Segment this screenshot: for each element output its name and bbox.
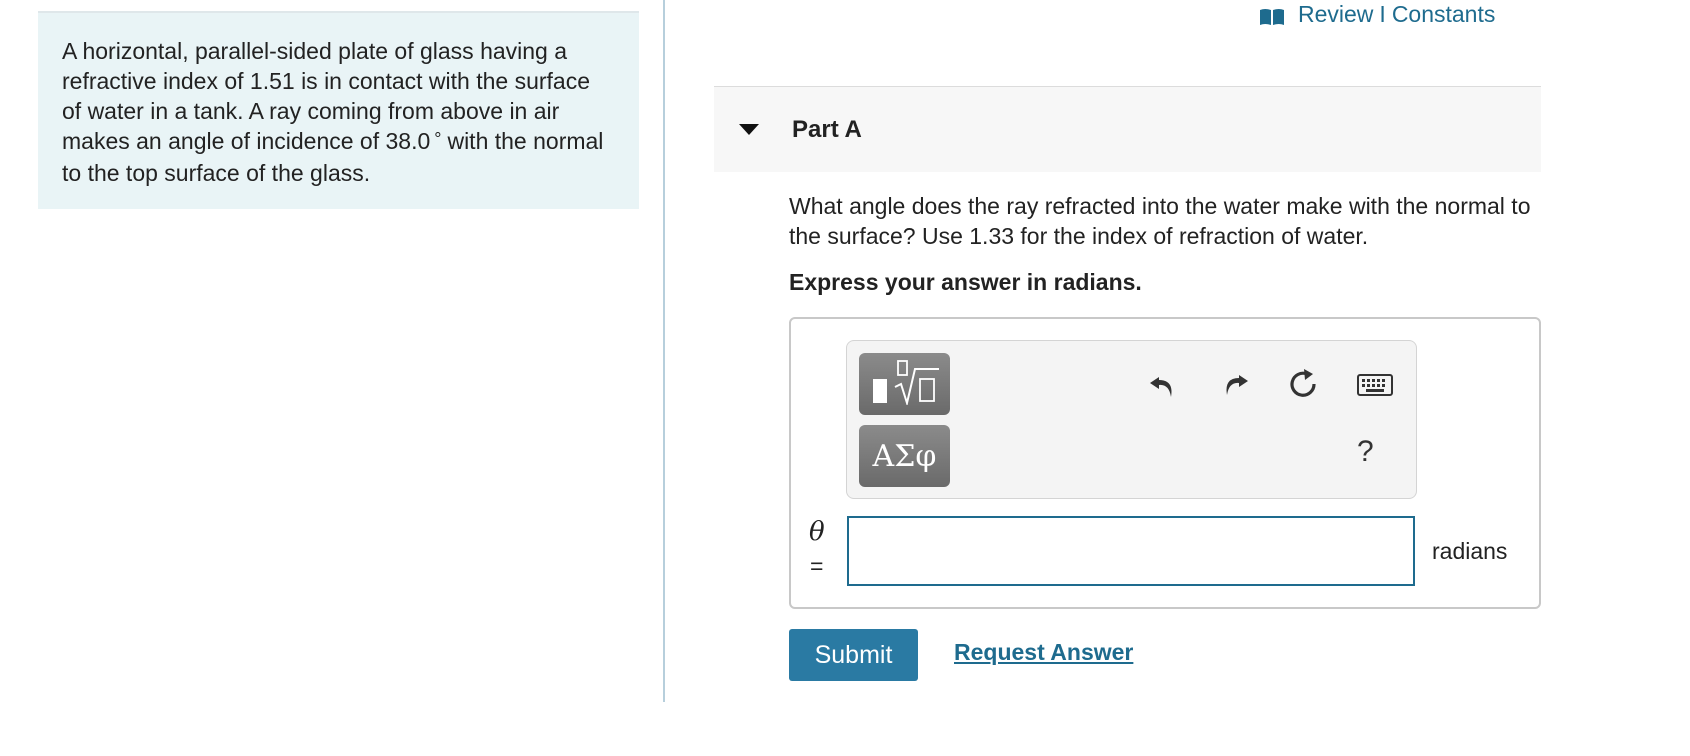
help-button[interactable]: ? — [1357, 435, 1374, 469]
reset-icon[interactable] — [1284, 365, 1324, 405]
submit-button[interactable]: Submit — [789, 629, 918, 681]
math-toolbar: ΑΣφ ? — [846, 340, 1417, 499]
constants-link[interactable]: Constants — [1392, 1, 1496, 28]
book-icon — [1259, 5, 1285, 25]
answer-input[interactable] — [847, 516, 1415, 586]
question-text: What angle does the ray refracted into t… — [789, 193, 1531, 249]
variable-label: θ — [809, 517, 825, 547]
review-link[interactable]: Review — [1298, 1, 1373, 28]
answer-instruction: Express your answer in radians. — [789, 269, 1142, 295]
keyboard-icon[interactable] — [1355, 365, 1395, 405]
templates-button[interactable] — [859, 353, 950, 415]
greek-symbols-button[interactable]: ΑΣφ — [859, 425, 950, 487]
equals-sign: = — [810, 553, 824, 579]
header-links: Review I Constants — [1259, 0, 1495, 28]
link-separator: I — [1379, 0, 1386, 27]
request-answer-link[interactable]: Request Answer — [954, 639, 1133, 666]
undo-icon[interactable] — [1143, 365, 1183, 405]
degree-symbol: ° — [434, 129, 442, 149]
answer-area: ΑΣφ ? θ = radians — [789, 317, 1541, 609]
problem-statement: A horizontal, parallel-sided plate of gl… — [38, 13, 639, 209]
templates-sqrt-icon — [869, 359, 941, 410]
part-a-header[interactable]: Part A — [714, 86, 1541, 172]
column-divider — [663, 0, 665, 702]
caret-down-icon[interactable] — [739, 124, 759, 135]
part-title: Part A — [792, 115, 862, 143]
units-label: radians — [1432, 538, 1508, 564]
redo-icon[interactable] — [1215, 365, 1255, 405]
